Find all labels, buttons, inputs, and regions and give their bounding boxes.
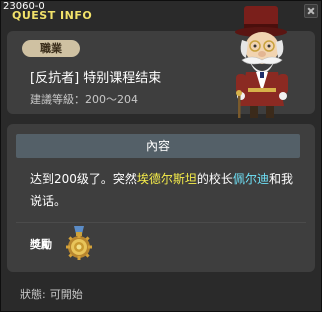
window-title: QUEST INFO bbox=[12, 9, 93, 22]
reward-label: 獎勵 bbox=[30, 238, 52, 251]
status-value: 可開始 bbox=[49, 288, 83, 301]
desc-text: 达到200级了。突然 bbox=[30, 172, 137, 186]
npc-link-edelstein[interactable]: 埃德尔斯坦 bbox=[137, 172, 197, 186]
quest-status: 狀態: 可開始 bbox=[20, 286, 83, 302]
npc-portrait bbox=[235, 6, 288, 118]
divider bbox=[16, 222, 306, 223]
quest-description: 达到200级了。突然埃德尔斯坦的校长佩尔迪和我说话。 bbox=[30, 168, 300, 212]
npc-link-perdi[interactable]: 佩尔迪 bbox=[233, 172, 269, 186]
medal-icon[interactable] bbox=[64, 226, 94, 260]
content-header: 內容 bbox=[16, 134, 300, 158]
status-label: 狀態: bbox=[20, 288, 46, 301]
level-hint: 建議等級：200～204 bbox=[30, 93, 138, 106]
job-badge: 職業 bbox=[22, 40, 80, 57]
quest-name: [反抗者] 特别课程结束 bbox=[30, 71, 162, 86]
desc-text: 的校长 bbox=[196, 172, 233, 186]
